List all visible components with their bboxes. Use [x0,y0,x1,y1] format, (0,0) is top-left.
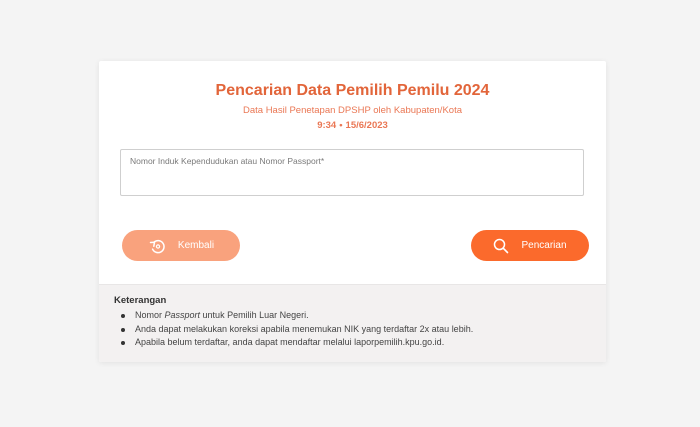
card-header-section: Pencarian Data Pemilih Pemilu 2024 Data … [99,61,606,284]
info-item-correction: Anda dapat melakukan koreksi apabila men… [121,323,606,337]
search-button-label: Pencarian [521,240,567,251]
info-item-passport-prefix: Nomor [135,310,165,320]
back-arrow-icon [148,238,166,254]
nik-field[interactable]: Nomor Induk Kependudukan atau Nomor Pass… [120,149,584,196]
separator-dot: • [339,120,343,131]
nik-input[interactable] [129,170,575,190]
info-item-passport: Nomor Passport untuk Pemilih Luar Negeri… [121,309,606,323]
page-title: Pencarian Data Pemilih Pemilu 2024 [215,82,490,99]
info-item-register: Apabila belum terdaftar, anda dapat mend… [121,336,606,350]
datetime-display: 9:34 • 15/6/2023 [99,120,606,131]
page-subtitle: Data Hasil Penetapan DPSHP oleh Kabupate… [242,105,462,116]
search-icon [493,238,509,254]
time-text: 9:34 [317,120,337,131]
info-panel: Keterangan Nomor Passport untuk Pemilih … [99,284,606,362]
search-button[interactable]: Pencarian [471,230,589,261]
info-list: Nomor Passport untuk Pemilih Luar Negeri… [114,309,606,350]
back-button[interactable]: Kembali [122,230,240,261]
back-button-label: Kembali [177,240,215,251]
info-item-passport-italic: Passport [164,310,201,320]
search-card: Pencarian Data Pemilih Pemilu 2024 Data … [99,61,606,362]
date-text: 15/6/2023 [345,120,388,131]
info-item-passport-suffix: untuk Pemilih Luar Negeri. [200,310,309,320]
nik-field-label: Nomor Induk Kependudukan atau Nomor Pass… [130,156,325,166]
info-title: Keterangan [114,295,167,306]
